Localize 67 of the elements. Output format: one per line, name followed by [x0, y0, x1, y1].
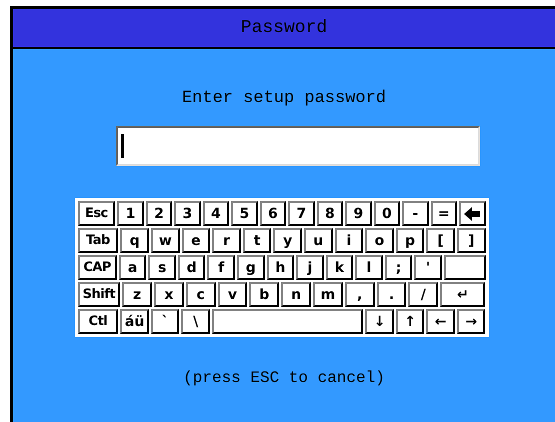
- keyboard-key[interactable]: [444, 255, 486, 280]
- keyboard-key[interactable]: u: [304, 228, 333, 253]
- keyboard-key[interactable]: i: [334, 228, 364, 253]
- keyboard-key[interactable]: s: [148, 255, 176, 280]
- keyboard-key[interactable]: ↑: [396, 309, 424, 334]
- keyboard-key[interactable]: =: [430, 201, 458, 226]
- keyboard-key[interactable]: Esc: [78, 201, 116, 226]
- keyboard-key[interactable]: 0: [374, 201, 400, 226]
- keyboard-key[interactable]: 7: [288, 201, 315, 226]
- keyboard-key[interactable]: o: [365, 228, 394, 253]
- keyboard-key[interactable]: v: [218, 282, 248, 307]
- backspace-key[interactable]: [459, 201, 486, 226]
- keyboard-key[interactable]: x: [154, 282, 184, 307]
- keyboard-key[interactable]: -: [402, 201, 429, 226]
- keyboard-key[interactable]: w: [150, 228, 180, 253]
- keyboard-key[interactable]: z: [122, 282, 152, 307]
- window-title: Password: [13, 9, 555, 49]
- keyboard-key[interactable]: 4: [202, 201, 230, 226]
- keyboard-key[interactable]: 5: [231, 201, 258, 226]
- keyboard-key[interactable]: Shift: [78, 282, 120, 307]
- keyboard-key[interactable]: [: [426, 228, 455, 253]
- keyboard-key[interactable]: 8: [316, 201, 344, 226]
- keyboard-key[interactable]: t: [242, 228, 272, 253]
- keyboard-key[interactable]: Tab: [78, 228, 118, 253]
- keyboard-key[interactable]: b: [249, 282, 280, 307]
- keyboard-key[interactable]: f: [207, 255, 235, 280]
- keyboard-key[interactable]: c: [186, 282, 216, 307]
- keyboard-key[interactable]: j: [296, 255, 324, 280]
- keyboard-key[interactable]: ↵: [440, 282, 486, 307]
- keyboard-key[interactable]: h: [266, 255, 294, 280]
- keyboard-key[interactable]: r: [212, 228, 241, 253]
- keyboard-key[interactable]: l: [355, 255, 383, 280]
- keyboard-key[interactable]: /: [408, 282, 438, 307]
- keyboard-key[interactable]: n: [281, 282, 311, 307]
- keyboard-key[interactable]: ,: [344, 282, 375, 307]
- keyboard-key[interactable]: →: [456, 309, 486, 334]
- keyboard-key[interactable]: ←: [426, 309, 455, 334]
- keyboard-key[interactable]: k: [326, 255, 354, 280]
- password-field[interactable]: [116, 126, 480, 166]
- keyboard-key[interactable]: 6: [260, 201, 286, 226]
- keyboard-key[interactable]: m: [312, 282, 343, 307]
- keyboard-key[interactable]: áü: [120, 309, 149, 334]
- keyboard-key[interactable]: 1: [117, 201, 144, 226]
- keyboard-key[interactable]: ': [414, 255, 442, 280]
- keyboard-key[interactable]: d: [178, 255, 206, 280]
- keyboard-key[interactable]: ↓: [365, 309, 394, 334]
- keyboard-key[interactable]: y: [273, 228, 302, 253]
- space-key[interactable]: [212, 309, 364, 334]
- keyboard-key[interactable]: \: [181, 309, 210, 334]
- cancel-hint: (press ESC to cancel): [183, 369, 385, 387]
- keyboard-key[interactable]: a: [118, 255, 146, 280]
- prompt-text: Enter setup password: [182, 89, 386, 108]
- keyboard-key[interactable]: `: [150, 309, 180, 334]
- keyboard-key[interactable]: ]: [456, 228, 486, 253]
- keyboard-key[interactable]: CAP: [78, 255, 117, 280]
- keyboard-key[interactable]: 3: [174, 201, 201, 226]
- keyboard-key[interactable]: q: [120, 228, 149, 253]
- backspace-icon: [464, 206, 480, 220]
- keyboard-key[interactable]: e: [182, 228, 210, 253]
- keyboard-key[interactable]: 9: [345, 201, 372, 226]
- keyboard-key[interactable]: ;: [384, 255, 412, 280]
- keyboard-key[interactable]: Ctl: [78, 309, 118, 334]
- text-cursor-icon: [121, 134, 124, 158]
- keyboard-key[interactable]: p: [396, 228, 424, 253]
- keyboard-key[interactable]: g: [237, 255, 265, 280]
- keyboard-key[interactable]: 2: [146, 201, 172, 226]
- keyboard-key[interactable]: .: [376, 282, 406, 307]
